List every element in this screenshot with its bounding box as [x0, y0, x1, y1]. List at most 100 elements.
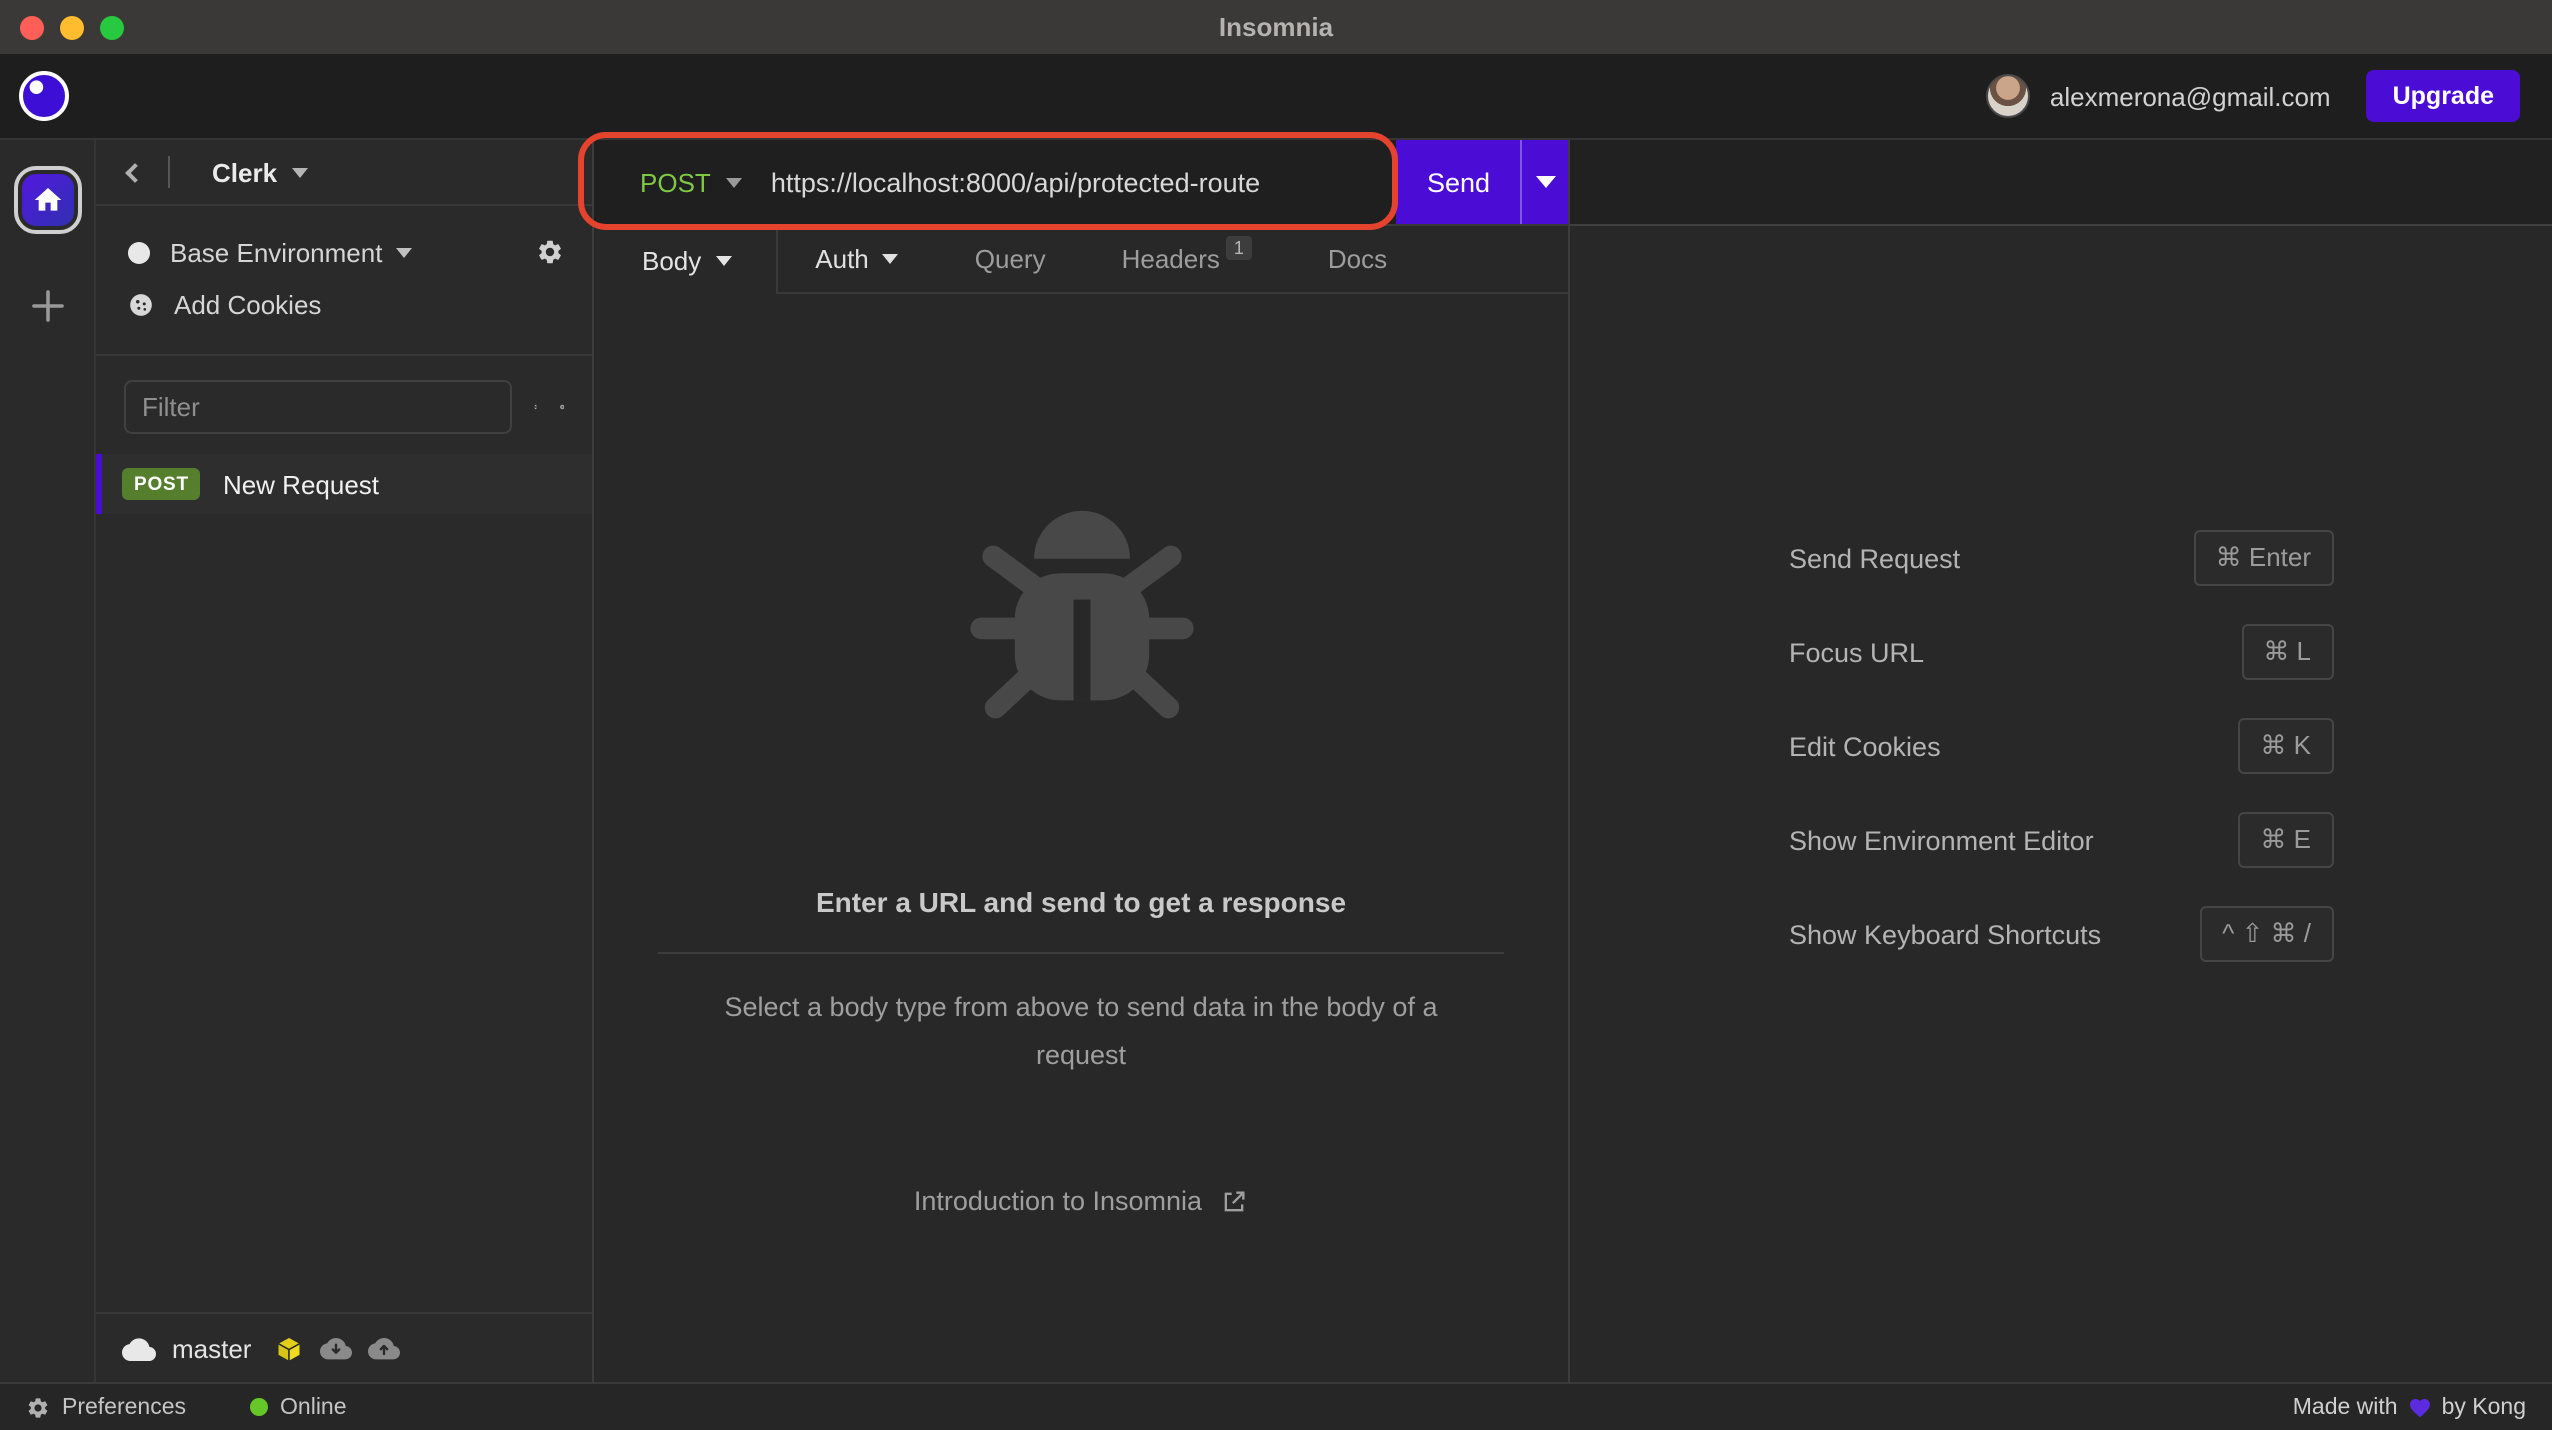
insomnia-logo-icon[interactable]: [18, 70, 70, 122]
response-pane: Send Request ⌘ Enter Focus URL ⌘ L Edit …: [1570, 140, 2552, 1382]
chevron-down-icon: [726, 177, 743, 187]
branch-name[interactable]: master: [172, 1333, 251, 1363]
status-bar: Preferences Online Made with by Kong: [0, 1382, 2552, 1430]
filter-input[interactable]: [124, 380, 512, 434]
by-kong-label: by Kong: [2441, 1395, 2526, 1419]
chevron-down-icon: [396, 247, 413, 257]
introduction-link-label: Introduction to Insomnia: [913, 1186, 1203, 1217]
request-pane: POST https://localhost:8000/api/protecte…: [594, 140, 1570, 1382]
account-email[interactable]: alexmerona@gmail.com: [2050, 81, 2331, 111]
heart-icon: [2409, 1399, 2430, 1418]
environment-settings-gear-icon[interactable]: [536, 238, 564, 266]
add-request-plus-icon[interactable]: [559, 390, 564, 424]
home-button[interactable]: [13, 166, 81, 234]
send-button[interactable]: Send: [1397, 140, 1520, 224]
shortcut-keys: ⌘ K: [2238, 718, 2333, 774]
request-list: POST New Request: [96, 454, 592, 514]
tab-body-label: Body: [642, 245, 702, 275]
workspace-name-dropdown[interactable]: Clerk: [212, 157, 277, 187]
upgrade-button[interactable]: Upgrade: [2366, 70, 2520, 122]
shortcut-keys: ⌘ Enter: [2193, 530, 2333, 586]
response-pane-header: [1570, 140, 2552, 226]
shortcut-keys: ⌘ L: [2241, 624, 2333, 680]
cloud-icon[interactable]: [122, 1335, 156, 1361]
headers-count-badge: 1: [1225, 235, 1252, 259]
divider: [168, 156, 170, 188]
preferences-button[interactable]: Preferences: [62, 1395, 186, 1419]
tab-auth-label: Auth: [815, 244, 869, 274]
method-badge: POST: [122, 468, 201, 500]
cloud-download-icon[interactable]: [319, 1336, 352, 1360]
request-list-item[interactable]: POST New Request: [96, 454, 592, 514]
back-chevron-icon[interactable]: [125, 162, 145, 182]
method-dropdown[interactable]: POST: [640, 167, 711, 197]
divider: [658, 952, 1504, 954]
shortcut-row: Send Request ⌘ Enter: [1789, 530, 2333, 586]
window-title: Insomnia: [1218, 12, 1334, 42]
active-indicator: [96, 454, 102, 514]
shortcut-label: Show Keyboard Shortcuts: [1789, 919, 2102, 949]
new-project-plus-icon[interactable]: [27, 286, 67, 326]
empty-state-subtitle: Select a body type from above to send da…: [724, 992, 1438, 1070]
shortcut-label: Focus URL: [1789, 637, 1925, 667]
made-with-label: Made with: [2292, 1395, 2398, 1419]
macos-titlebar: Insomnia: [0, 0, 2552, 54]
sync-cube-icon[interactable]: [273, 1333, 303, 1363]
request-tabs: Body Auth Query Headers 1 Docs: [594, 226, 1568, 294]
url-bar: POST https://localhost:8000/api/protecte…: [594, 140, 1568, 226]
request-empty-state: Enter a URL and send to get a response S…: [594, 294, 1568, 1382]
bug-icon: [969, 510, 1193, 719]
online-status-label[interactable]: Online: [280, 1395, 347, 1419]
environment-section: Base Environment Add Cookies: [96, 206, 592, 356]
tab-docs-label: Docs: [1327, 244, 1388, 274]
environment-dot-icon: [128, 241, 150, 263]
empty-state-title: Enter a URL and send to get a response: [815, 886, 1347, 918]
keyboard-shortcuts-hint: Send Request ⌘ Enter Focus URL ⌘ L Edit …: [1789, 530, 2333, 1000]
left-rail: [0, 140, 96, 1382]
shortcut-row: Edit Cookies ⌘ K: [1789, 718, 2333, 774]
url-input[interactable]: POST https://localhost:8000/api/protecte…: [594, 140, 1397, 224]
shortcut-label: Edit Cookies: [1789, 731, 1941, 761]
chevron-down-icon: [291, 167, 308, 177]
tab-auth[interactable]: Auth: [777, 226, 937, 292]
cookie-icon: [130, 293, 152, 315]
shortcut-row: Show Environment Editor ⌘ E: [1789, 812, 2333, 868]
tab-body[interactable]: Body: [594, 226, 775, 294]
shortcut-label: Send Request: [1789, 543, 1961, 573]
request-name: New Request: [222, 469, 380, 499]
home-icon: [33, 188, 61, 211]
environment-label: Base Environment: [170, 237, 383, 267]
tab-headers[interactable]: Headers 1: [1084, 226, 1290, 292]
environment-selector[interactable]: Base Environment: [96, 226, 592, 278]
chevron-down-icon: [1535, 176, 1555, 188]
shortcut-keys: ⌘ E: [2238, 812, 2333, 868]
introduction-link[interactable]: Introduction to Insomnia: [914, 1187, 1248, 1217]
cloud-upload-icon[interactable]: [367, 1336, 400, 1360]
app-header: alexmerona@gmail.com Upgrade: [0, 54, 2552, 140]
send-button-group: Send: [1396, 140, 1568, 224]
shortcut-keys: ^ ⇧ ⌘ /: [2200, 906, 2333, 962]
sync-footer: master: [96, 1312, 592, 1382]
shortcut-row: Focus URL ⌘ L: [1789, 624, 2333, 680]
sort-icon[interactable]: [534, 392, 538, 422]
sidebar: Clerk Base Environment Add Cookies Filte…: [96, 140, 594, 1382]
external-link-icon: [1224, 1191, 1245, 1211]
avatar[interactable]: [1985, 74, 2030, 118]
gear-icon: [28, 1397, 48, 1417]
insomnia-window: Insomnia alexmerona@gmail.com Upgrade Cl…: [0, 0, 2552, 1430]
workspace-header: Clerk: [96, 140, 592, 206]
chevron-down-icon: [882, 254, 899, 264]
main-area: Clerk Base Environment Add Cookies Filte…: [0, 140, 2552, 1382]
add-cookies-row[interactable]: Add Cookies: [96, 278, 592, 330]
shortcut-label: Show Environment Editor: [1789, 825, 2094, 855]
tab-docs[interactable]: Docs: [1290, 226, 1425, 292]
shortcut-row: Show Keyboard Shortcuts ^ ⇧ ⌘ /: [1789, 906, 2333, 962]
url-text[interactable]: https://localhost:8000/api/protected-rou…: [771, 167, 1260, 197]
send-options-button[interactable]: [1522, 140, 1568, 224]
add-cookies-label: Add Cookies: [174, 289, 322, 319]
tab-headers-label: Headers: [1121, 244, 1220, 274]
chevron-down-icon: [715, 255, 732, 265]
filter-row: [96, 356, 592, 454]
tab-query[interactable]: Query: [937, 226, 1084, 292]
tab-query-label: Query: [974, 244, 1046, 274]
